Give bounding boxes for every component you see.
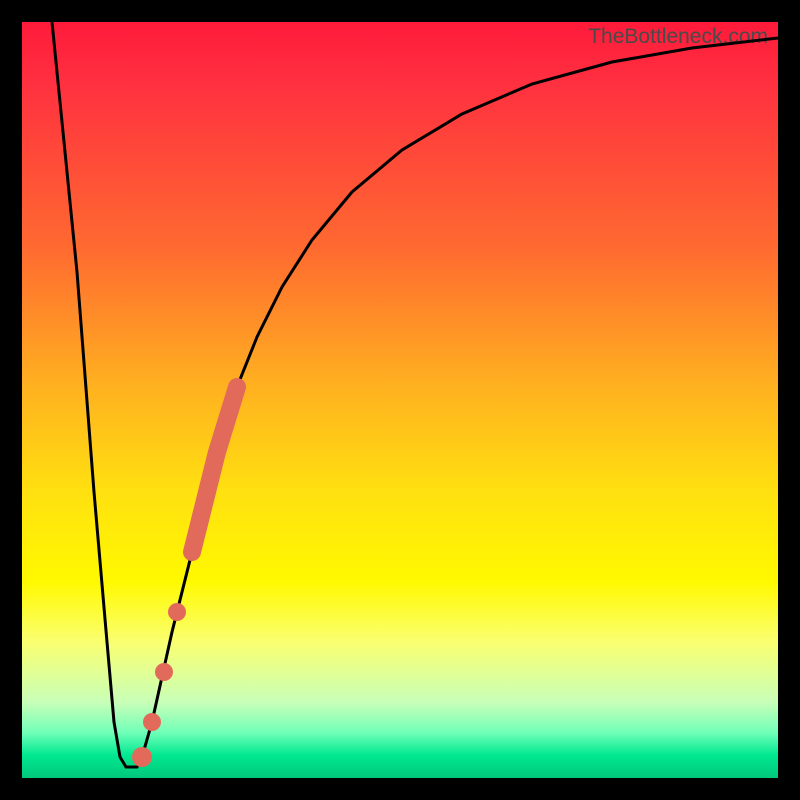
highlight-dot — [155, 663, 173, 681]
plot-area: TheBottleneck.com — [22, 22, 778, 778]
highlight-dot — [143, 713, 161, 731]
highlight-dot — [168, 603, 186, 621]
bottleneck-curve-path — [52, 22, 778, 767]
highlight-segment-path — [192, 387, 237, 552]
curve-layer — [22, 22, 778, 778]
chart-frame: TheBottleneck.com — [0, 0, 800, 800]
highlight-dot — [132, 747, 152, 767]
